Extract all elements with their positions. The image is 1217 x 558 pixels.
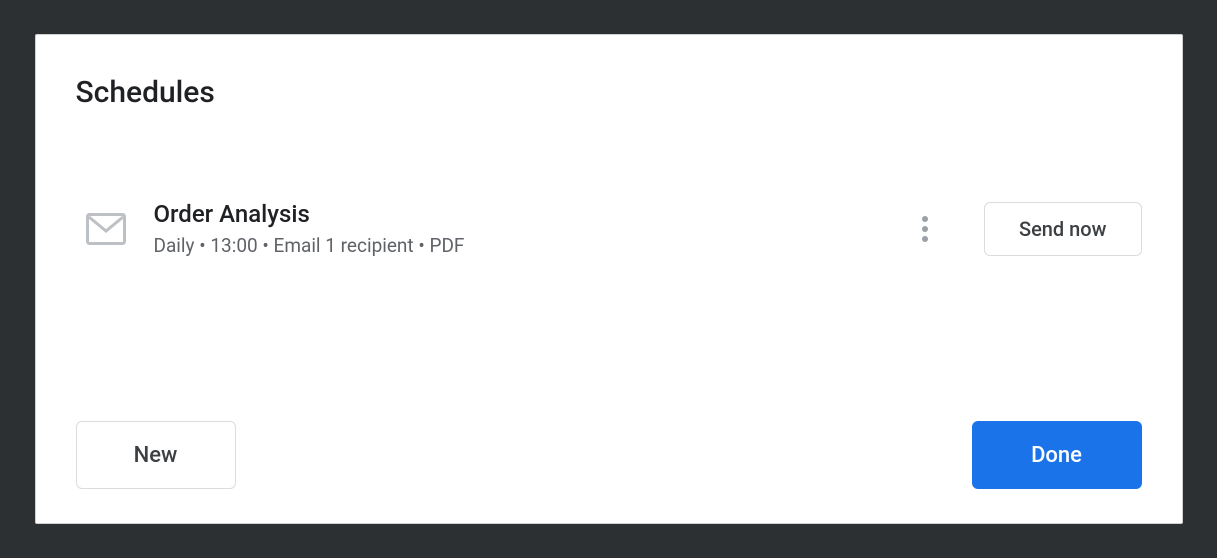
send-now-button[interactable]: Send now: [984, 202, 1142, 256]
mail-icon: [86, 213, 126, 245]
schedule-detail: Daily • 13:00 • Email 1 recipient • PDF: [154, 234, 876, 257]
dialog-title: Schedules: [76, 75, 1142, 110]
schedules-dialog: Schedules Order Analysis Daily • 13:00 •…: [35, 34, 1183, 524]
more-options-button[interactable]: [904, 208, 946, 250]
new-button[interactable]: New: [76, 421, 236, 489]
schedule-list: Order Analysis Daily • 13:00 • Email 1 r…: [76, 200, 1142, 421]
dialog-footer: New Done: [76, 421, 1142, 489]
schedule-item: Order Analysis Daily • 13:00 • Email 1 r…: [76, 200, 1142, 257]
done-button[interactable]: Done: [972, 421, 1142, 489]
schedule-name: Order Analysis: [154, 200, 876, 228]
more-vert-icon: [922, 216, 928, 242]
schedule-text: Order Analysis Daily • 13:00 • Email 1 r…: [154, 200, 876, 257]
